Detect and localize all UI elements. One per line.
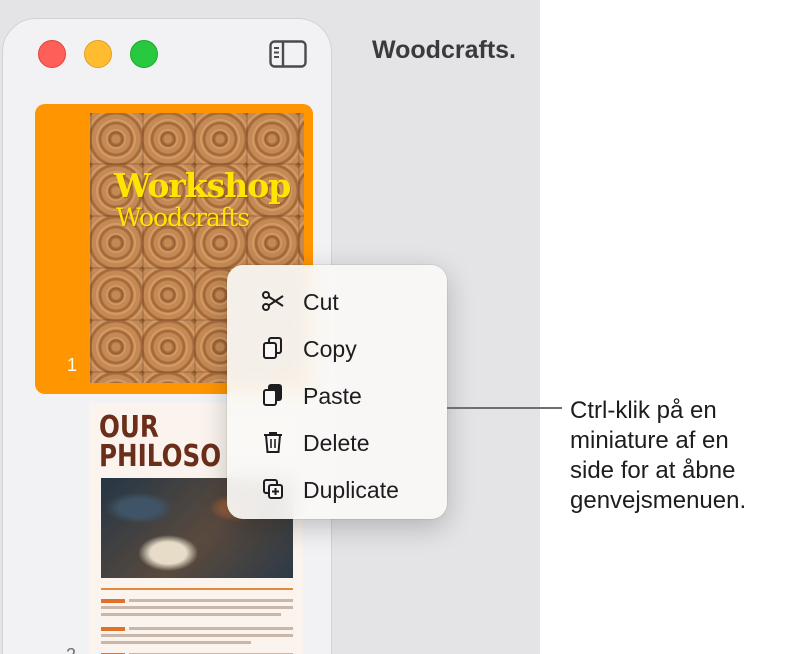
zoom-button[interactable]: [130, 40, 158, 68]
text-line: [101, 634, 293, 637]
trash-icon: [264, 432, 282, 453]
sidebar-toggle-icon[interactable]: [269, 40, 307, 68]
copy-icon: [263, 337, 282, 359]
page-heading: OUR PHILOSO: [99, 410, 222, 474]
text-line: [101, 606, 293, 609]
callout-line-text: miniature af en: [570, 427, 729, 454]
text-label: [101, 627, 125, 631]
page-number: 1: [67, 355, 78, 375]
menu-item-copy[interactable]: Copy: [227, 327, 447, 367]
menu-item-label: Cut: [303, 289, 339, 315]
text-label: [101, 599, 125, 603]
menu-item-cut[interactable]: Cut: [227, 280, 447, 320]
menu-item-label: Paste: [303, 383, 362, 409]
duplicate-icon: [263, 479, 283, 499]
context-menu: Cut Copy Paste Delete Duplicate: [227, 265, 447, 519]
page-number: 2: [66, 645, 76, 654]
cover-title: Workshop: [114, 166, 291, 205]
text-line: [101, 641, 251, 644]
page-heading-line: OUR: [99, 410, 159, 445]
divider: [101, 588, 293, 590]
callout-line-text: Ctrl-klik på en: [570, 397, 717, 424]
callout-line-text: side for at åbne: [570, 457, 736, 484]
menu-item-paste[interactable]: Paste: [227, 374, 447, 414]
menu-item-delete[interactable]: Delete: [227, 421, 447, 461]
text-line: [101, 613, 281, 616]
page-heading-line: PHILOSO: [99, 439, 222, 474]
minimize-button[interactable]: [84, 40, 112, 68]
menu-item-label: Delete: [303, 430, 370, 456]
callout-line: [447, 407, 562, 409]
menu-item-label: Duplicate: [303, 477, 399, 503]
paste-icon: [263, 384, 282, 406]
menu-item-label: Copy: [303, 336, 357, 362]
callout-text: Ctrl-klik på en miniature af en side for…: [570, 396, 790, 516]
scissors-icon: [262, 291, 284, 311]
cover-subtitle: Woodcrafts: [116, 203, 250, 232]
text-line: [129, 627, 293, 630]
close-button[interactable]: [38, 40, 66, 68]
menu-item-duplicate[interactable]: Duplicate: [227, 468, 447, 508]
callout-line-text: genvejsmenuen.: [570, 487, 747, 514]
text-line: [129, 599, 293, 602]
document-title: Woodcrafts.: [372, 36, 516, 64]
